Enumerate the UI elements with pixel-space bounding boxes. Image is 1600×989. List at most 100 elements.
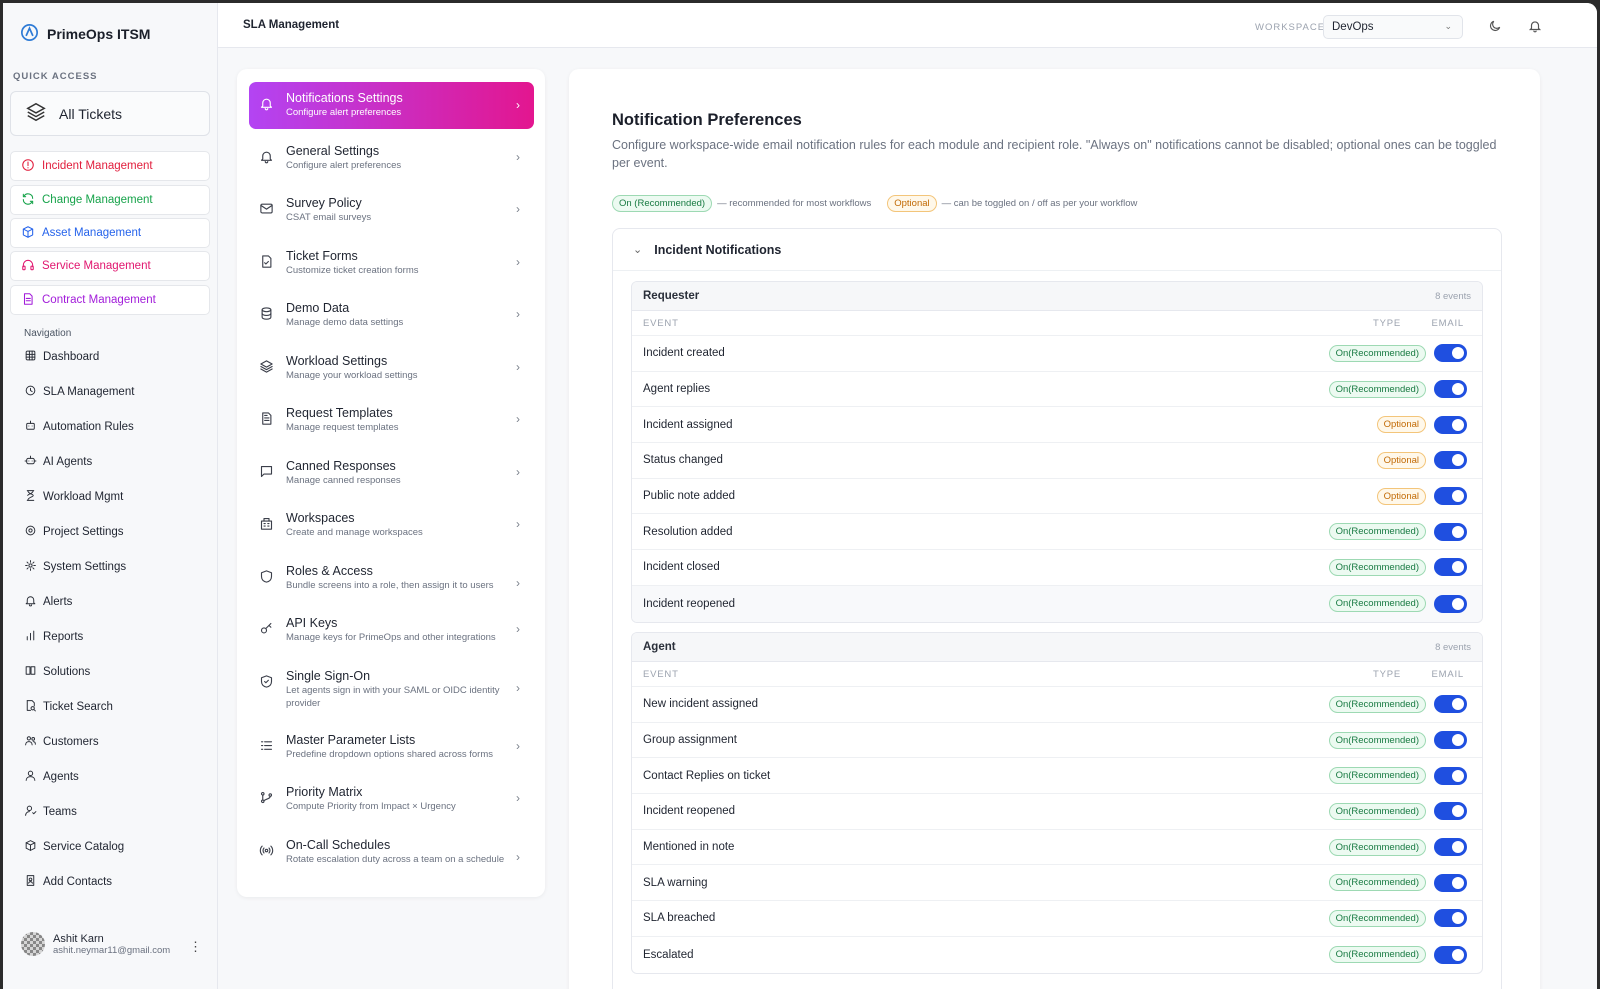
email-toggle[interactable] [1434,945,1467,964]
section-title: Notification Preferences [612,111,802,129]
email-toggle[interactable] [1434,838,1467,857]
workspace-select[interactable]: DevOps ⌄ [1323,15,1463,39]
settings-item-on-call-schedules[interactable]: On-Call Schedules Rotate escalation duty … [249,838,534,867]
table-row: SLA warning On(Recommended) [632,865,1482,902]
event-name: Mentioned in note [643,841,735,854]
sidebar-item-label: Customers [43,736,99,748]
settings-item-request-templates[interactable]: Request Templates Manage request template… [249,406,534,435]
col-type: TYPE [1372,317,1401,329]
sidebar-item-project-settings[interactable]: Project Settings [24,524,124,540]
sidebar-item-dashboard[interactable]: Dashboard [24,349,99,365]
email-toggle[interactable] [1434,594,1467,613]
email-toggle[interactable] [1434,909,1467,928]
settings-item-workspaces[interactable]: Workspaces Create and manage workspaces › [249,511,534,540]
headset-icon [21,258,35,275]
settings-item-notifications-settings[interactable]: Notifications Settings Configure alert pr… [249,82,534,129]
email-toggle[interactable] [1434,344,1467,363]
chevron-right-icon: › [516,307,520,321]
settings-item-master-parameter-lists[interactable]: Master Parameter Lists Predefine dropdown… [249,733,534,762]
bell-icon [259,96,274,111]
email-toggle[interactable] [1434,522,1467,541]
settings-item-single-sign-on[interactable]: Single Sign-On Let agents sign in with yo… [249,669,534,711]
more-options-icon[interactable]: ⋮ [189,939,202,955]
legend-optional-pill: Optional [887,195,937,212]
user-profile[interactable]: Ashit Karn ashit.neymar11@gmail.com [21,932,170,956]
group-agent: Agent 8 events EVENT TYPE EMAIL New incident … [631,632,1483,974]
type-badge: On(Recommended) [1328,344,1426,362]
settings-item-workload-settings[interactable]: Workload Settings Manage your workload se… [249,354,534,383]
all-tickets-button[interactable]: All Tickets [10,91,210,136]
email-toggle[interactable] [1434,731,1467,750]
bell-icon[interactable] [1528,19,1542,33]
email-toggle[interactable] [1434,873,1467,892]
email-toggle[interactable] [1434,802,1467,821]
settings-item-canned-responses[interactable]: Canned Responses Manage canned responses › [249,459,534,488]
email-toggle[interactable] [1434,415,1467,434]
column-header-row: EVENT TYPE EMAIL [632,311,1482,336]
brand[interactable]: PrimeOps ITSM [21,24,150,44]
sidebar-item-label: Ticket Search [43,701,113,713]
module-contract-management[interactable]: Contract Management [10,285,210,315]
settings-item-subtitle: CSAT email surveys [286,212,372,223]
col-email: EMAIL [1431,668,1464,680]
settings-item-priority-matrix[interactable]: Priority Matrix Compute Priority from Imp… [249,785,534,814]
module-incident-management[interactable]: Incident Management [10,151,210,181]
robot-icon [24,419,37,435]
settings-item-api-keys[interactable]: API Keys Manage keys for PrimeOps and oth… [249,616,534,645]
section-description: Configure workspace-wide email notificat… [612,138,1497,170]
chevron-right-icon: › [516,681,520,695]
sidebar-item-label: Alerts [43,596,73,608]
email-toggle[interactable] [1434,558,1467,577]
settings-item-subtitle: Manage keys for PrimeOps and other integ… [286,632,496,643]
type-badge: On(Recommended) [1328,838,1426,856]
sidebar-item-reports[interactable]: Reports [24,629,83,645]
event-name: Incident closed [643,561,720,574]
table-row: Public note added Optional [632,479,1482,515]
sidebar-item-service-catalog[interactable]: Service Catalog [24,839,124,855]
sidebar-item-add-contacts[interactable]: Add Contacts [24,874,112,890]
settings-item-ticket-forms[interactable]: Ticket Forms Customize ticket creation fo… [249,249,534,278]
sidebar-item-customers[interactable]: Customers [24,734,99,750]
settings-item-demo-data[interactable]: Demo Data Manage demo data settings › [249,301,534,330]
settings-item-title: Canned Responses [286,459,396,473]
sidebar-item-ai-agents[interactable]: AI Agents [24,454,92,470]
email-toggle[interactable] [1434,766,1467,785]
email-toggle[interactable] [1434,451,1467,470]
email-toggle[interactable] [1434,695,1467,714]
event-name: Escalated [643,948,694,961]
settings-item-subtitle: Manage your workload settings [286,370,418,381]
moon-icon[interactable] [1488,19,1502,33]
sidebar-item-sla-management[interactable]: SLA Management [24,384,134,400]
group-event-count: 8 events [1435,641,1471,653]
col-email: EMAIL [1431,317,1464,329]
sidebar-item-automation-rules[interactable]: Automation Rules [24,419,134,435]
settings-item-subtitle: Compute Priority from Impact × Urgency [286,801,456,812]
email-toggle[interactable] [1434,380,1467,399]
sidebar-item-system-settings[interactable]: System Settings [24,559,126,575]
file-search-icon [24,699,37,715]
chevron-right-icon: › [516,202,520,216]
mail-icon [259,201,274,216]
settings-item-general-settings[interactable]: General Settings Configure alert preferen… [249,144,534,173]
layers-icon [25,101,47,126]
sidebar-item-solutions[interactable]: Solutions [24,664,90,680]
chevron-right-icon: › [516,412,520,426]
sidebar-item-alerts[interactable]: Alerts [24,594,72,610]
sidebar-item-agents[interactable]: Agents [24,769,79,785]
module-service-management[interactable]: Service Management [10,251,210,281]
module-label: Contract Management [42,294,156,306]
settings-item-roles-access[interactable]: Roles & Access Bundle screens into a role… [249,564,534,593]
chevron-right-icon: › [516,576,520,590]
email-toggle[interactable] [1434,487,1467,506]
sidebar-item-ticket-search[interactable]: Ticket Search [24,699,113,715]
module-change-management[interactable]: Change Management [10,185,210,215]
incident-notifications-header[interactable]: ⌄ Incident Notifications [613,229,1501,271]
settings-item-survey-policy[interactable]: Survey Policy CSAT email surveys › [249,196,534,225]
module-asset-management[interactable]: Asset Management [10,218,210,248]
bot-icon [24,454,37,470]
sidebar-item-workload-mgmt[interactable]: Workload Mgmt [24,489,123,505]
sidebar-item-teams[interactable]: Teams [24,804,77,820]
table-row: Mentioned in note On(Recommended) [632,830,1482,866]
chevron-right-icon: › [516,517,520,531]
form-icon [259,254,274,269]
